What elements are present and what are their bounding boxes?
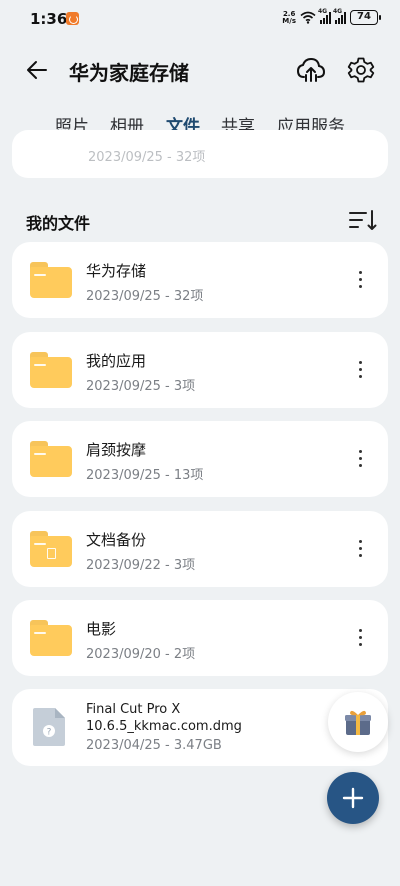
gift-icon xyxy=(345,710,371,735)
signal-icon: 4G xyxy=(318,8,331,24)
folder-name: 我的应用 xyxy=(86,352,147,370)
file-name: Final Cut Pro X 10.6.5_kkmac.com.dmg xyxy=(86,702,242,734)
notification-app-icon xyxy=(66,12,79,25)
add-button[interactable] xyxy=(327,772,379,824)
page-title: 华为家庭存储 xyxy=(69,61,189,85)
sort-icon xyxy=(349,210,377,230)
gift-button[interactable] xyxy=(328,692,388,752)
folder-meta: 2023/09/25 - 32项 xyxy=(86,289,204,304)
folder-name: 肩颈按摩 xyxy=(86,441,147,459)
cloud-upload-button[interactable] xyxy=(295,55,327,85)
status-bar: 1:36 2.6 M/s 4G 4G 74 xyxy=(0,0,400,38)
folder-meta: 2023/09/25 - 13项 xyxy=(86,468,204,483)
folder-icon xyxy=(30,352,72,388)
more-options-button[interactable] xyxy=(352,537,368,561)
gear-icon xyxy=(347,57,375,83)
folder-name: 华为存储 xyxy=(86,262,147,280)
network-speed: 2.6 M/s xyxy=(282,9,296,25)
signal-icon: 4G xyxy=(333,8,346,24)
folder-item[interactable]: 电影 2023/09/20 - 2项 xyxy=(12,600,388,676)
unknown-file-icon: ? xyxy=(33,708,65,746)
list-item-meta: 2023/09/25 - 32项 xyxy=(88,150,206,165)
folder-name: 文档备份 xyxy=(86,531,147,549)
more-options-button[interactable] xyxy=(352,447,368,471)
svg-text:?: ? xyxy=(47,728,52,738)
file-meta: 2023/04/25 - 3.47GB xyxy=(86,738,222,753)
battery-indicator: 74 xyxy=(350,10,381,25)
folder-icon xyxy=(30,262,72,298)
plus-icon xyxy=(342,787,364,809)
arrow-left-icon xyxy=(27,61,47,79)
app-header: 华为家庭存储 xyxy=(0,48,400,92)
status-time: 1:36 xyxy=(30,10,68,28)
folder-name: 电影 xyxy=(86,620,117,638)
status-icons: 2.6 M/s 4G 4G 74 xyxy=(282,8,381,25)
folder-meta: 2023/09/25 - 3项 xyxy=(86,379,196,394)
list-item[interactable]: 2023/09/25 - 32项 xyxy=(12,130,388,178)
folder-meta: 2023/09/22 - 3项 xyxy=(86,558,196,573)
sort-button[interactable] xyxy=(347,207,377,233)
folder-item[interactable]: 肩颈按摩 2023/09/25 - 13项 xyxy=(12,421,388,497)
more-options-button[interactable] xyxy=(352,268,368,292)
folder-item[interactable]: 我的应用 2023/09/25 - 3项 xyxy=(12,332,388,408)
document-folder-icon xyxy=(30,531,72,567)
settings-button[interactable] xyxy=(346,55,376,85)
folder-meta: 2023/09/20 - 2项 xyxy=(86,647,196,662)
folder-icon xyxy=(30,620,72,656)
section-title: 我的文件 xyxy=(26,214,91,233)
cloud-upload-icon xyxy=(296,57,326,82)
folder-item[interactable]: 文档备份 2023/09/22 - 3项 xyxy=(12,511,388,587)
folder-icon xyxy=(30,441,72,477)
wifi-icon xyxy=(300,11,316,24)
more-options-button[interactable] xyxy=(352,626,368,650)
more-options-button[interactable] xyxy=(352,358,368,382)
folder-item[interactable]: 华为存储 2023/09/25 - 32项 xyxy=(12,242,388,318)
back-button[interactable] xyxy=(22,56,52,84)
